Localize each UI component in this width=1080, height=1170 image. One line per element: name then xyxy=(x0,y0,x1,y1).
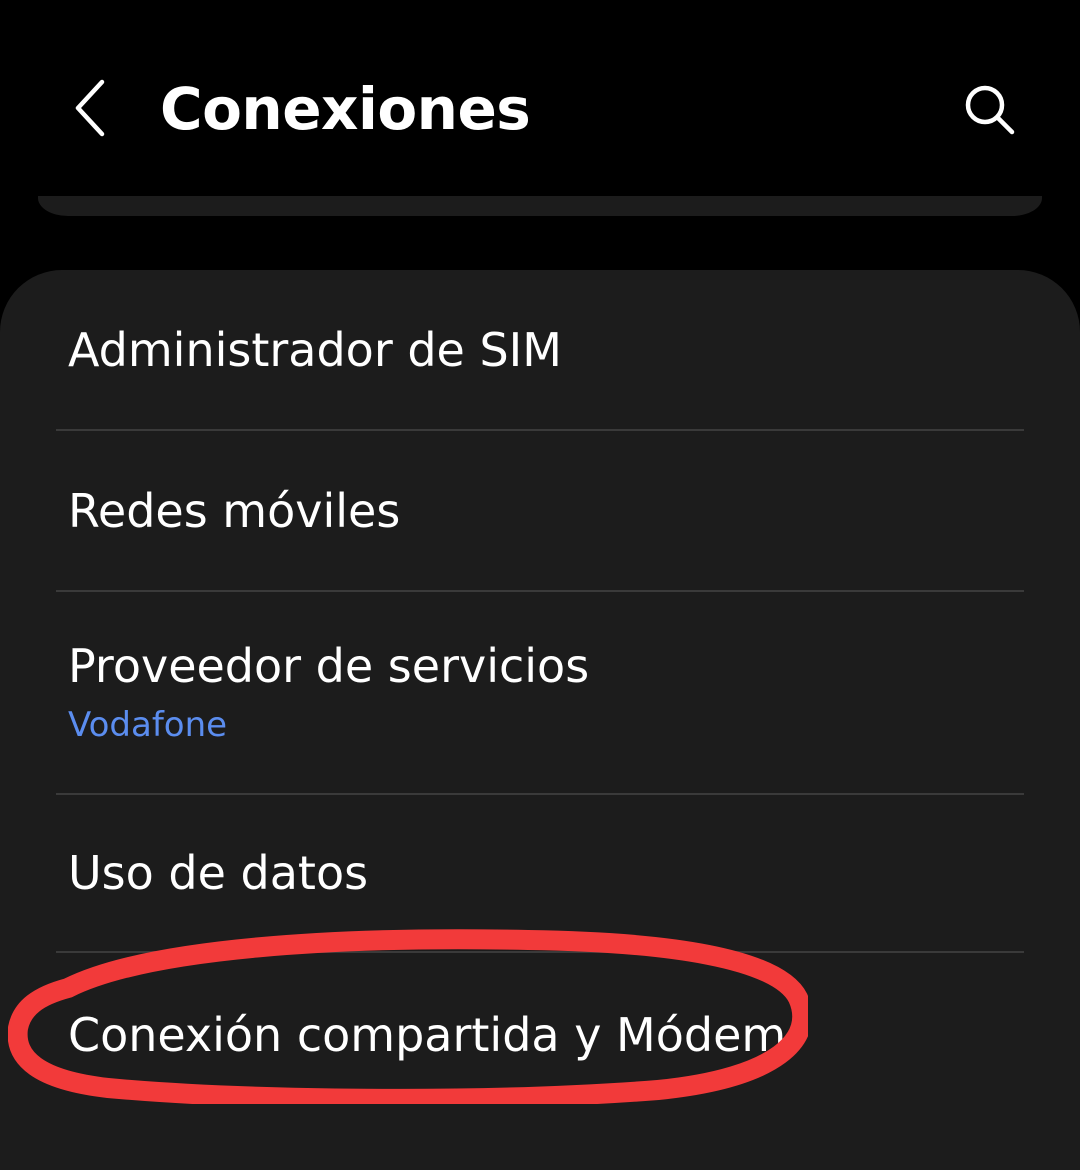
data-usage-label: Uso de datos xyxy=(68,846,369,900)
back-button[interactable] xyxy=(60,72,120,144)
mobile-networks-label: Redes móviles xyxy=(68,484,401,538)
search-icon xyxy=(965,85,1015,135)
tethering-label: Conexión compartida y Módem xyxy=(68,1008,787,1062)
service-provider-label: Proveedor de servicios xyxy=(68,639,590,693)
tethering-item[interactable]: Conexión compartida y Módem xyxy=(0,953,1080,1113)
chevron-left-icon xyxy=(75,79,105,137)
sim-manager-item[interactable]: Administrador de SIM xyxy=(0,270,1080,430)
search-button[interactable] xyxy=(952,72,1028,148)
app-bar: Conexiones xyxy=(0,0,1080,200)
data-usage-item[interactable]: Uso de datos xyxy=(0,795,1080,951)
settings-card: Administrador de SIM Redes móviles Prove… xyxy=(0,270,1080,1170)
service-provider-item[interactable]: Proveedor de servicios Vodafone xyxy=(0,592,1080,792)
sim-manager-label: Administrador de SIM xyxy=(68,323,562,377)
page-title: Conexiones xyxy=(160,75,531,143)
service-provider-value: Vodafone xyxy=(68,705,228,745)
mobile-networks-item[interactable]: Redes móviles xyxy=(0,431,1080,591)
previous-card-edge xyxy=(38,196,1042,216)
